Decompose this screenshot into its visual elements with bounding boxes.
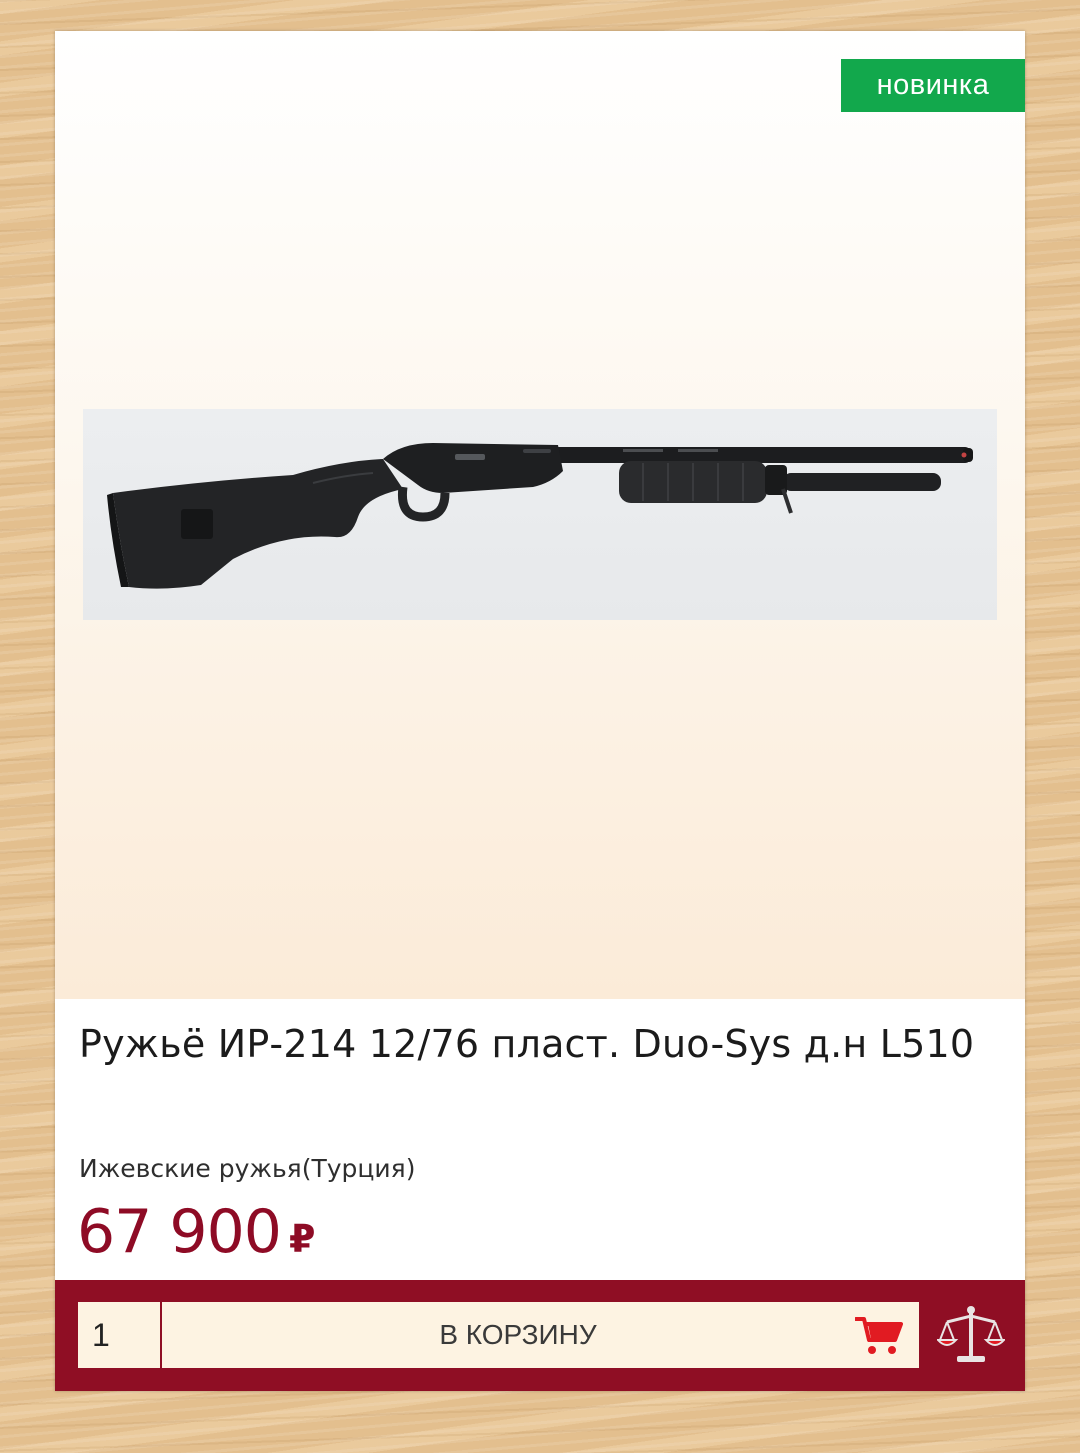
product-photo[interactable] (83, 409, 997, 620)
product-card: новинка Ружьё ИР-214 12/76 пласт. Duo-Sy… (55, 31, 1025, 1391)
scales-icon (935, 1306, 1007, 1372)
compare-button[interactable] (935, 1304, 1007, 1368)
add-to-cart-button[interactable]: В КОРЗИНУ (162, 1302, 919, 1368)
quantity-input[interactable] (78, 1302, 160, 1368)
purchase-bar: В КОРЗИНУ (55, 1280, 1025, 1391)
price-currency: ₽ (288, 1217, 316, 1261)
price-value: 67 900 (77, 1197, 282, 1267)
price: 67 900 ₽ (77, 1197, 315, 1274)
product-image-area[interactable]: новинка (55, 31, 1025, 999)
new-badge: новинка (841, 59, 1025, 112)
add-to-cart-label: В КОРЗИНУ (439, 1319, 597, 1350)
manufacturer: Ижевские ружья(Турция) (79, 1154, 416, 1183)
product-title[interactable]: Ружьё ИР-214 12/76 пласт. Duo-Sys д.н L5… (79, 1019, 979, 1069)
shopping-cart-icon (854, 1316, 903, 1361)
